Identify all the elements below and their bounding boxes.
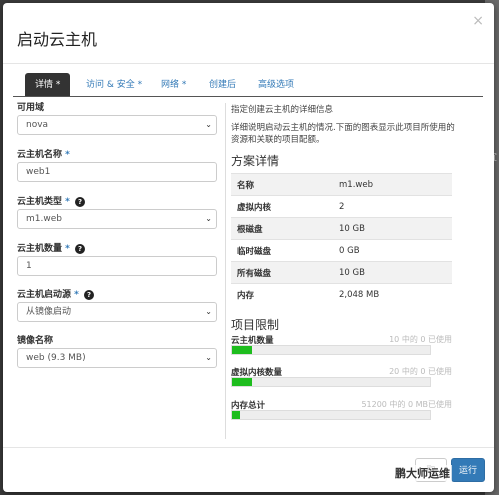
boot-source-label: 云主机启动源 * ? <box>17 287 95 300</box>
tab-advanced-label: 高级选项 <box>258 80 295 90</box>
instance-count-label: 云主机数量 * ? <box>17 241 86 254</box>
availability-zone-value: nova <box>26 120 49 130</box>
flavor-details-title: 方案详情 <box>231 154 280 168</box>
limit-note: 20 中的 0 已使用 <box>389 367 452 376</box>
required-marker: * <box>65 150 70 160</box>
spec-key: 根磁盘 <box>231 217 333 240</box>
instance-name-label-text: 云主机名称 <box>17 150 63 160</box>
tab-access-security[interactable]: 访问 & 安全 * <box>86 73 142 97</box>
chevron-down-icon: ⌄ <box>205 353 212 362</box>
spec-key: 所有磁盘 <box>231 261 333 284</box>
instance-count-label-text: 云主机数量 <box>17 244 63 254</box>
chevron-down-icon: ⌄ <box>205 214 212 223</box>
spec-key: 临时磁盘 <box>231 239 333 262</box>
spec-key: 虚拟内核 <box>231 195 333 218</box>
availability-zone-select[interactable]: nova ⌄ <box>17 115 217 135</box>
instance-count-value: 1 <box>26 261 32 271</box>
tab-access-label: 访问 & 安全 <box>86 80 135 90</box>
limit-progress-bar <box>231 377 431 387</box>
availability-zone-label-text: 可用域 <box>17 103 45 113</box>
limit-progress-bar <box>231 410 431 420</box>
required-marker: * <box>65 244 70 254</box>
limit-note: 51200 中的 0 MB已使用 <box>361 400 452 409</box>
chevron-down-icon: ⌄ <box>205 120 212 129</box>
table-row: 名称 m1.web <box>231 173 452 196</box>
dialog-title: 启动云主机 <box>17 30 98 49</box>
tab-post-creation[interactable]: 创建后 <box>209 73 236 97</box>
spec-value: 0 GB <box>333 239 452 262</box>
image-name-label-text: 镜像名称 <box>17 336 54 346</box>
instance-name-value: web1 <box>26 167 51 177</box>
footer-divider <box>3 447 494 448</box>
instance-count-input[interactable]: 1 <box>17 256 217 276</box>
tab-access-required: * <box>137 80 143 90</box>
tabs-divider <box>13 96 483 97</box>
image-name-value: web (9.3 MB) <box>26 353 86 363</box>
image-name-select[interactable]: web (9.3 MB) ⌄ <box>17 348 217 368</box>
close-icon[interactable]: × <box>472 13 484 29</box>
flavor-select[interactable]: m1.web ⌄ <box>17 209 217 229</box>
table-row: 根磁盘 10 GB <box>231 217 452 240</box>
info-description: 详细说明启动云主机的情况.下面的图表显示此项目所使用的资源和关联的项目配额。 <box>231 123 455 145</box>
boot-source-select[interactable]: 从镜像启动 ⌄ <box>17 302 217 322</box>
spec-value: m1.web <box>333 173 452 196</box>
table-row: 内存 2,048 MB <box>231 283 452 305</box>
spec-value: 2,048 MB <box>333 283 452 305</box>
watermark: 鹏大师运维 <box>393 465 452 481</box>
table-row: 虚拟内核 2 <box>231 195 452 218</box>
tab-networking[interactable]: 网络 * <box>161 73 186 97</box>
flavor-label-text: 云主机类型 <box>17 197 63 207</box>
limit-progress-fill <box>232 346 252 354</box>
spec-value: 10 GB <box>333 261 452 284</box>
instance-name-label: 云主机名称 * <box>17 147 70 160</box>
flavor-value: m1.web <box>26 214 62 224</box>
tab-details-required: * <box>55 80 61 90</box>
tab-details-label: 详情 <box>35 80 54 90</box>
spec-value: 2 <box>333 195 452 218</box>
limit-note: 10 中的 0 已使用 <box>389 335 452 344</box>
help-icon[interactable]: ? <box>75 243 86 254</box>
boot-source-label-text: 云主机启动源 <box>17 290 72 300</box>
tab-network-label: 网络 <box>161 80 180 90</box>
spec-key: 内存 <box>231 283 333 305</box>
project-limits-title: 项目限制 <box>231 318 280 332</box>
tab-details[interactable]: 详情 * <box>25 73 71 97</box>
info-heading: 指定创建云主机的详细信息 <box>231 105 334 115</box>
tab-network-required: * <box>181 80 187 90</box>
image-name-label: 镜像名称 <box>17 333 53 346</box>
dialog-header: 启动云主机 × <box>3 3 494 64</box>
instance-name-input[interactable]: web1 <box>17 162 217 182</box>
availability-zone-label: 可用域 <box>17 100 44 113</box>
limit-progress-bar <box>231 345 431 355</box>
launch-instance-dialog: 启动云主机 × 详情 * 访问 & 安全 * 网络 * 创建后 高级选项 可用域… <box>3 3 494 492</box>
tab-post-label: 创建后 <box>209 80 237 90</box>
launch-button[interactable]: 运行 <box>451 458 485 482</box>
limit-progress-fill <box>232 378 252 386</box>
help-icon[interactable]: ? <box>84 289 95 300</box>
limit-progress-fill <box>232 411 240 419</box>
table-row: 所有磁盘 10 GB <box>231 261 452 284</box>
required-marker: * <box>74 290 79 300</box>
chevron-down-icon: ⌄ <box>205 307 212 316</box>
table-row: 临时磁盘 0 GB <box>231 239 452 262</box>
flavor-label: 云主机类型 * ? <box>17 194 86 207</box>
boot-source-value: 从镜像启动 <box>26 307 72 317</box>
flavor-details-table: 名称 m1.web 虚拟内核 2 根磁盘 10 GB 临时磁盘 0 GB 所有磁盘 10 … <box>231 173 452 305</box>
spec-value: 10 GB <box>333 217 452 240</box>
spec-key: 名称 <box>231 173 333 196</box>
column-divider <box>225 103 226 439</box>
help-icon[interactable]: ? <box>75 196 86 207</box>
tab-advanced-options[interactable]: 高级选项 <box>258 73 294 97</box>
required-marker: * <box>65 197 70 207</box>
